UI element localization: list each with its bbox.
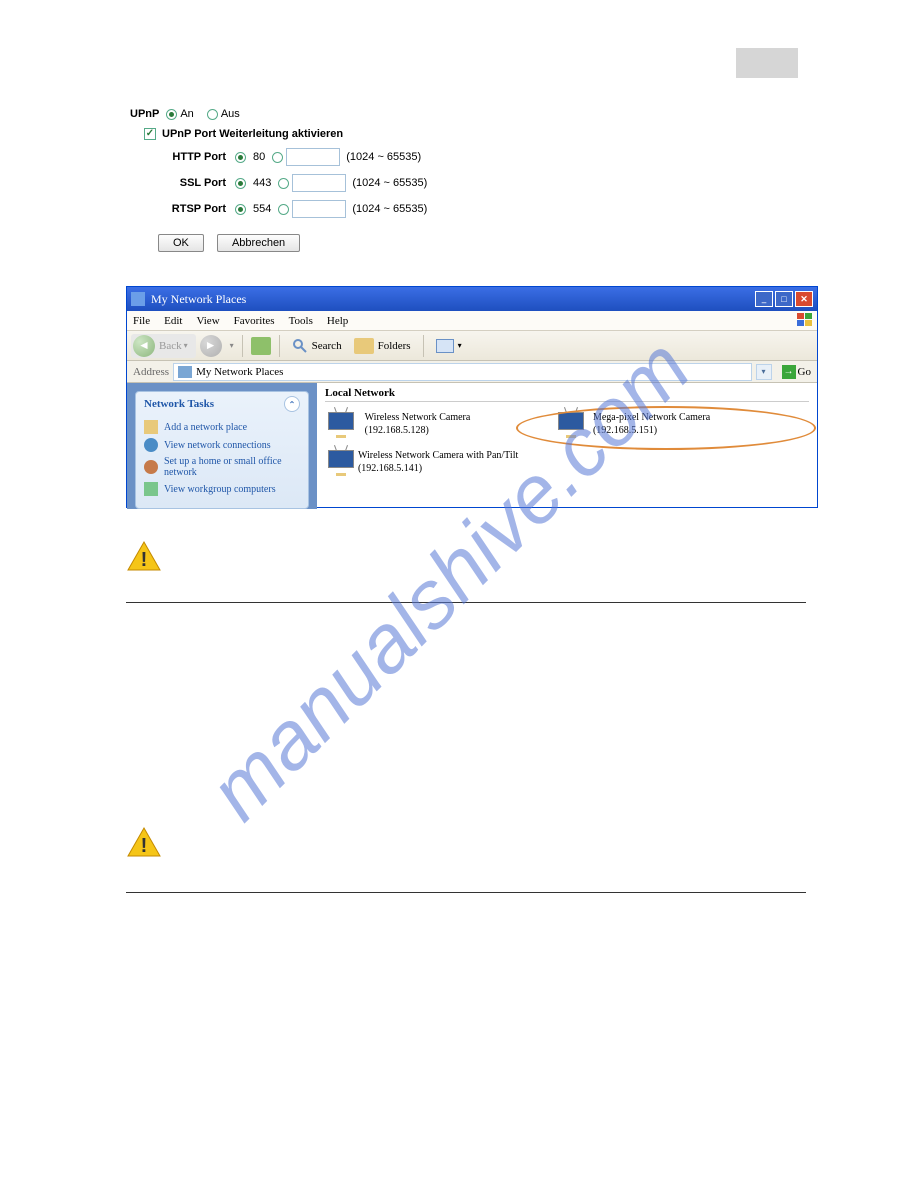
back-icon: ◄ <box>133 335 155 357</box>
go-icon: → <box>782 365 796 379</box>
rtsp-custom-input[interactable] <box>292 200 346 218</box>
camera-icon <box>325 448 350 476</box>
http-default-value: 80 <box>253 151 265 163</box>
maximize-button[interactable]: □ <box>775 291 793 307</box>
svg-text:!: ! <box>141 549 148 571</box>
network-icon <box>144 438 158 452</box>
titlebar[interactable]: My Network Places _ □ ✕ <box>127 287 817 311</box>
menu-favorites[interactable]: Favorites <box>234 315 275 327</box>
minimize-button[interactable]: _ <box>755 291 773 307</box>
port-forward-checkbox[interactable] <box>144 128 156 140</box>
views-button[interactable]: ▾ <box>432 339 466 353</box>
add-place-icon <box>144 420 158 434</box>
http-range: (1024 ~ 65535) <box>346 151 421 163</box>
camera-icon <box>325 410 357 438</box>
windows-flag-icon <box>797 313 813 327</box>
ssl-default-radio[interactable] <box>235 178 246 189</box>
close-button[interactable]: ✕ <box>795 291 813 307</box>
upnp-on-label: An <box>180 108 193 120</box>
task-workgroup[interactable]: View workgroup computers <box>144 482 300 496</box>
upnp-off-radio[interactable] <box>207 109 218 120</box>
upnp-on-radio[interactable] <box>166 109 177 120</box>
upnp-settings-panel: UPnP An Aus UPnP Port Weiterleitung akti… <box>130 108 470 252</box>
menu-file[interactable]: File <box>133 315 150 327</box>
search-icon <box>292 338 308 354</box>
page-number-placeholder <box>736 48 798 78</box>
address-value: My Network Places <box>196 366 283 378</box>
address-field[interactable]: My Network Places <box>173 363 751 381</box>
rtsp-default-value: 554 <box>253 203 271 215</box>
ssl-port-label: SSL Port <box>158 177 226 189</box>
rtsp-default-radio[interactable] <box>235 204 246 215</box>
cancel-button[interactable]: Abbrechen <box>217 234 300 252</box>
task-add-place[interactable]: Add a network place <box>144 420 300 434</box>
address-dropdown[interactable]: ▾ <box>756 364 772 380</box>
http-port-label: HTTP Port <box>158 151 226 163</box>
task-view-connections[interactable]: View network connections <box>144 438 300 452</box>
collapse-button[interactable]: ⌃ <box>284 396 300 412</box>
menu-tools[interactable]: Tools <box>289 315 313 327</box>
folders-button[interactable]: Folders <box>350 338 415 354</box>
folders-icon <box>354 338 374 354</box>
menubar: File Edit View Favorites Tools Help <box>127 311 817 331</box>
http-default-radio[interactable] <box>235 152 246 163</box>
ssl-default-value: 443 <box>253 177 271 189</box>
views-icon <box>436 339 454 353</box>
ssl-custom-input[interactable] <box>292 174 346 192</box>
go-button[interactable]: → Go <box>776 365 817 379</box>
upnp-label: UPnP <box>130 108 159 120</box>
up-folder-button[interactable] <box>251 337 271 355</box>
http-custom-input[interactable] <box>286 148 340 166</box>
explorer-window: My Network Places _ □ ✕ File Edit View F… <box>126 286 818 508</box>
search-button[interactable]: Search <box>288 338 346 354</box>
device-item-highlighted[interactable]: Mega-pixel Network Camera (192.168.5.151… <box>555 410 765 438</box>
sidebar: Network Tasks ⌃ Add a network place View… <box>127 383 317 509</box>
watermark-text: manualshive.com <box>0 127 903 1032</box>
device-item[interactable]: Wireless Network Camera with Pan/Tilt (1… <box>325 448 535 476</box>
menu-edit[interactable]: Edit <box>164 315 182 327</box>
address-icon <box>178 366 192 378</box>
tasks-header: Network Tasks <box>144 398 214 410</box>
warning-icon: ! <box>126 540 162 572</box>
warning-icon: ! <box>126 826 162 858</box>
ssl-range: (1024 ~ 65535) <box>352 177 427 189</box>
toolbar: ◄ Back ▾ ► ▾ Search Folders ▾ <box>127 331 817 361</box>
divider <box>126 602 806 603</box>
task-setup-network[interactable]: Set up a home or small office network <box>144 456 300 478</box>
address-label: Address <box>133 366 169 378</box>
menu-view[interactable]: View <box>196 315 219 327</box>
network-tasks-panel: Network Tasks ⌃ Add a network place View… <box>135 391 309 509</box>
menu-help[interactable]: Help <box>327 315 348 327</box>
window-title: My Network Places <box>151 292 755 307</box>
window-icon <box>131 292 145 306</box>
rtsp-port-label: RTSP Port <box>158 203 226 215</box>
home-network-icon <box>144 460 158 474</box>
address-bar: Address My Network Places ▾ → Go <box>127 361 817 383</box>
divider <box>126 892 806 893</box>
rtsp-range: (1024 ~ 65535) <box>352 203 427 215</box>
camera-icon <box>555 410 585 438</box>
svg-text:!: ! <box>141 835 148 857</box>
upnp-off-label: Aus <box>221 108 240 120</box>
device-item[interactable]: Wireless Network Camera (192.168.5.128) <box>325 410 535 438</box>
back-button[interactable]: ◄ Back ▾ <box>131 334 196 358</box>
workgroup-icon <box>144 482 158 496</box>
ssl-custom-radio[interactable] <box>278 178 289 189</box>
ok-button[interactable]: OK <box>158 234 204 252</box>
rtsp-custom-radio[interactable] <box>278 204 289 215</box>
main-content: Local Network Wireless Network Camera (1… <box>317 383 817 509</box>
port-forward-label: UPnP Port Weiterleitung aktivieren <box>162 128 343 140</box>
section-header: Local Network <box>325 387 809 402</box>
http-custom-radio[interactable] <box>272 152 283 163</box>
forward-button[interactable]: ► <box>200 335 222 357</box>
